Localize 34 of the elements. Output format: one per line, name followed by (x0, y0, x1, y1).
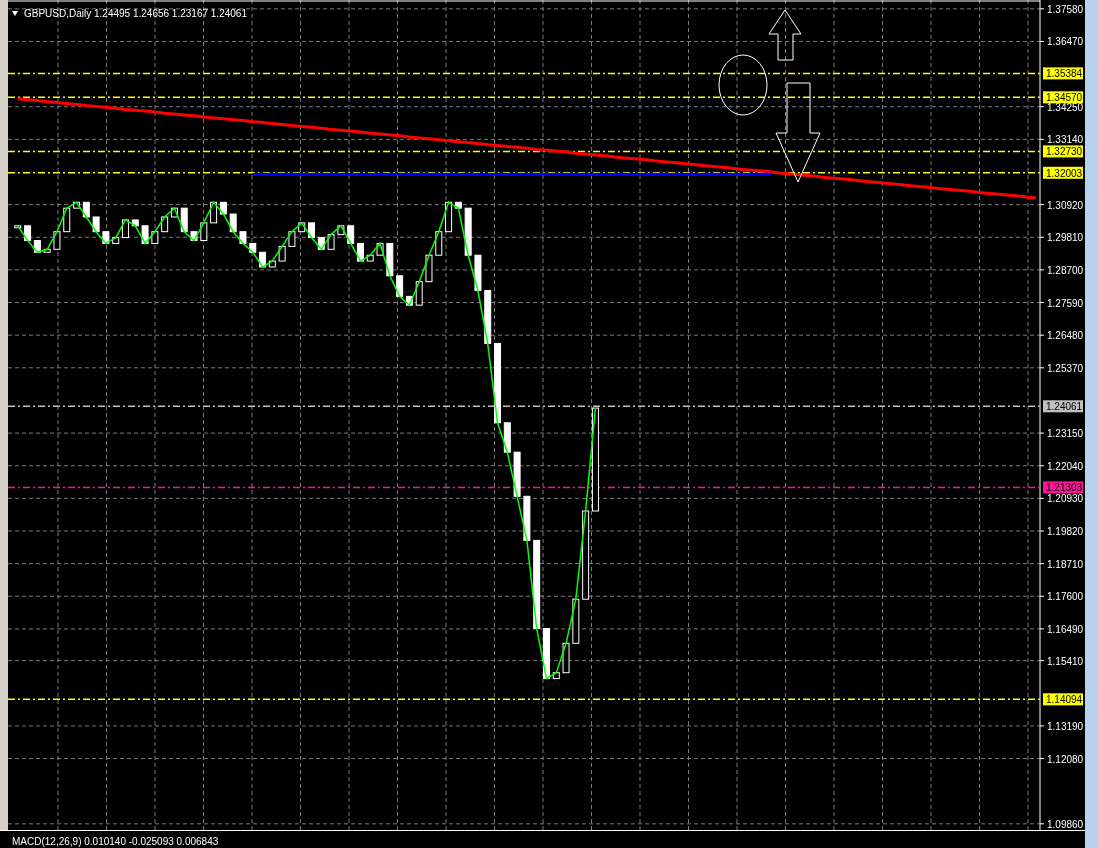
axis-label: 1.09860 (1047, 818, 1084, 830)
axis-label: 1.23150 (1047, 428, 1084, 440)
axis-label: 1.17600 (1047, 591, 1084, 603)
down-arrow-icon (775, 82, 821, 183)
axis-label: 1.19820 (1047, 526, 1084, 537)
axis-label: 1.37580 (1047, 3, 1084, 15)
indicator-title: MACD(12,26,9) 0.010140 -0.025093 0.006843 (12, 836, 219, 847)
axis-label: 1.18710 (1047, 558, 1084, 570)
axis-label: 1.25370 (1047, 362, 1084, 374)
price-level-tag: 1.21303 (1043, 481, 1083, 494)
price-level-tag: 1.32730 (1043, 145, 1083, 158)
axis-label: 1.29810 (1047, 232, 1084, 244)
up-arrow-icon (768, 9, 802, 61)
axis-label: 1.28700 (1047, 264, 1084, 276)
axis-label: 1.30920 (1047, 199, 1084, 211)
axis-label: 1.22040 (1047, 460, 1084, 472)
axis-label: 1.16490 (1047, 623, 1084, 635)
axis-label: 1.20930 (1047, 493, 1084, 505)
price-level-tag: 1.34570 (1043, 91, 1083, 104)
price-level-tag: 1.14094 (1043, 693, 1083, 706)
axis-label: 1.33140 (1047, 134, 1084, 146)
price-level-tag: 1.24061 (1043, 400, 1083, 413)
axis-label: 1.13190 (1047, 720, 1084, 732)
dropdown-triangle-icon[interactable] (12, 11, 18, 16)
axis-label: 1.34250 (1047, 101, 1084, 113)
axis-label: 1.27590 (1047, 297, 1084, 309)
axis-label: 1.26480 (1047, 330, 1084, 342)
axis-label: 1.36470 (1047, 36, 1084, 48)
axis-label: 1.15410 (1047, 655, 1084, 667)
price-level-tag: 1.35384 (1043, 67, 1083, 80)
axis-label: 1.12080 (1047, 753, 1084, 765)
ellipse-drawing (718, 54, 768, 116)
price-level-tag: 1.32003 (1043, 166, 1083, 179)
chart-title: GBPUSD,Daily 1.24495 1.24656 1.23167 1.24061 (24, 8, 247, 19)
